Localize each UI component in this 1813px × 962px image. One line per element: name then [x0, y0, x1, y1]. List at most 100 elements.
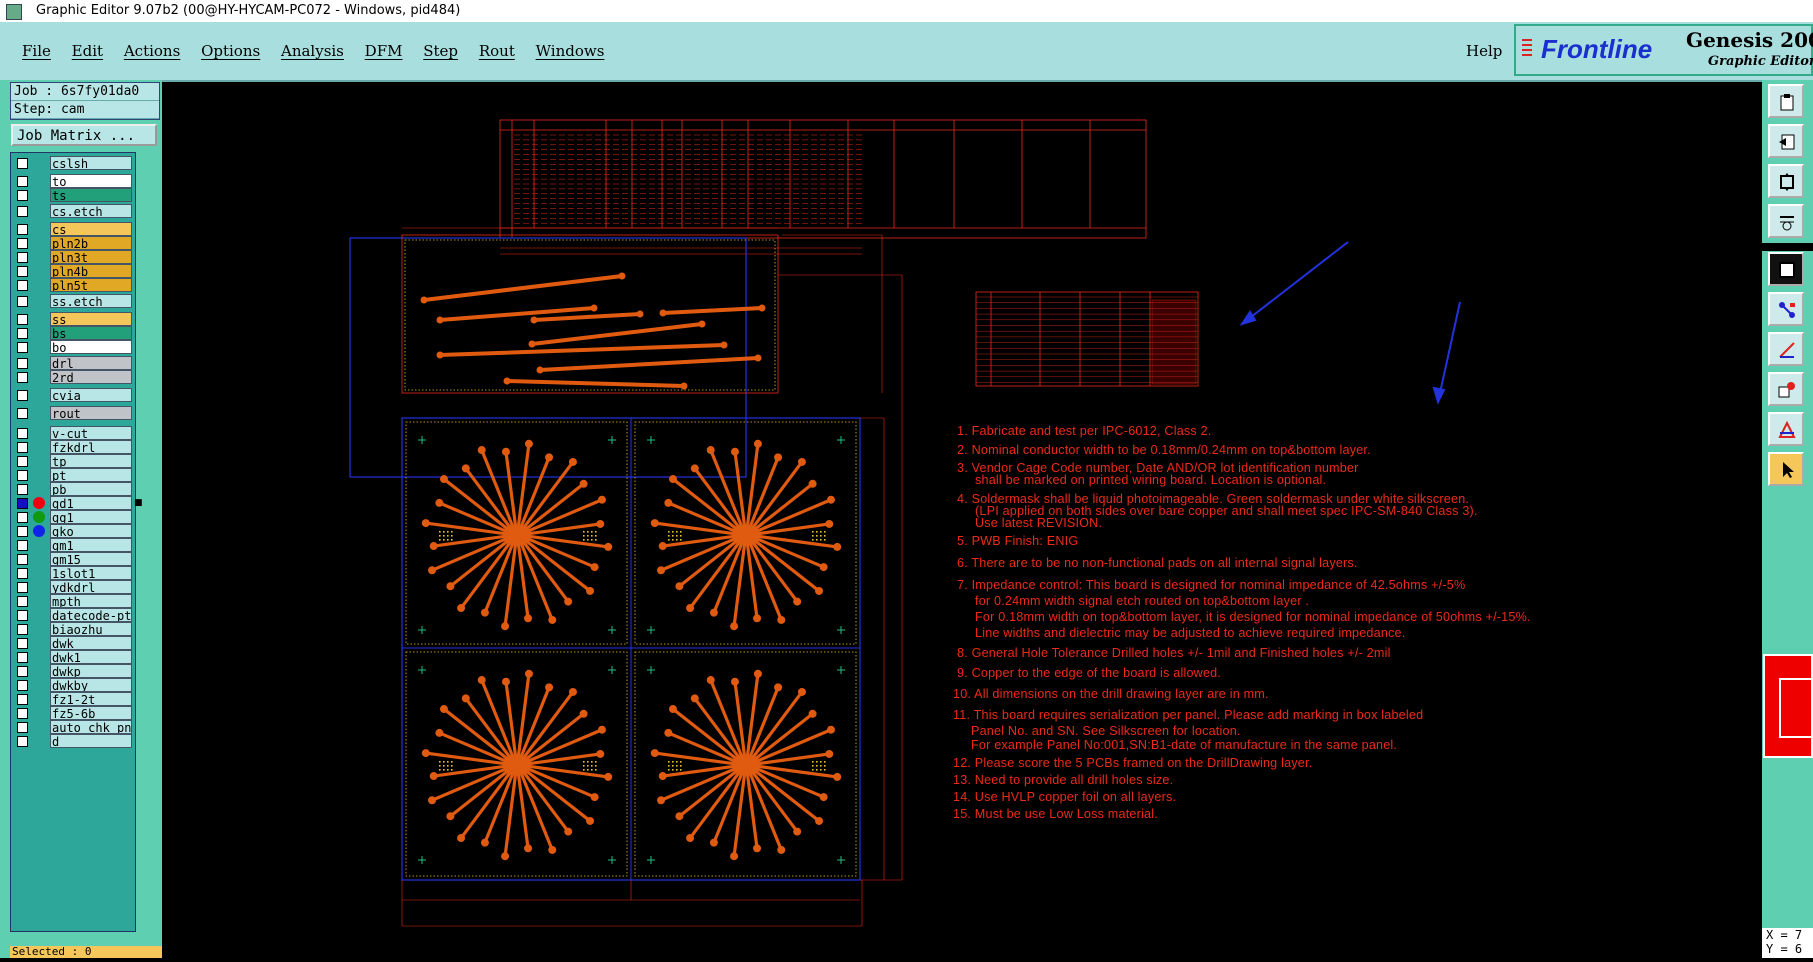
layer-name[interactable]: biaozhu — [50, 622, 132, 636]
layer-name[interactable]: gm1 — [50, 538, 132, 552]
layer-name[interactable]: ss.etch — [50, 294, 132, 308]
job-matrix-button[interactable]: Job Matrix ... — [11, 124, 157, 146]
layer-name[interactable]: drl — [50, 356, 132, 370]
layer-checkbox[interactable] — [17, 736, 28, 747]
menu-rout[interactable]: Rout — [479, 42, 515, 60]
menu-step[interactable]: Step — [423, 42, 458, 60]
layer-checkbox[interactable] — [17, 224, 28, 235]
menu-options[interactable]: Options — [201, 42, 260, 60]
layer-checkbox[interactable] — [17, 582, 28, 593]
layer-checkbox[interactable] — [17, 652, 28, 663]
layer-checkbox[interactable] — [17, 428, 28, 439]
layer-name[interactable]: fz5-6b — [50, 706, 132, 720]
zoom-tool-button[interactable] — [1768, 204, 1804, 238]
layer-row-pln5t[interactable]: pln5t — [13, 277, 133, 293]
layer-checkbox[interactable] — [17, 526, 28, 537]
layer-checkbox[interactable] — [17, 624, 28, 635]
layer-row-ts[interactable]: ts — [13, 187, 133, 203]
layer-checkbox[interactable] — [17, 206, 28, 217]
layer-row-cslsh[interactable]: cslsh — [13, 155, 133, 171]
pcb-drawing[interactable] — [162, 80, 1762, 958]
layer-name[interactable]: d — [50, 734, 132, 748]
layer-name[interactable]: cvia — [50, 388, 132, 402]
layer-name[interactable]: dwk1 — [50, 650, 132, 664]
layer-name[interactable]: ts — [50, 188, 132, 202]
line-tool-button[interactable] — [1768, 332, 1804, 366]
layer-row-2rd[interactable]: 2rd — [13, 369, 133, 385]
layer-checkbox[interactable] — [17, 596, 28, 607]
layer-name[interactable]: gg1 — [50, 510, 132, 524]
layer-name[interactable]: mpth — [50, 594, 132, 608]
layer-name[interactable]: rout — [50, 406, 132, 420]
layer-row-bo[interactable]: bo — [13, 339, 133, 355]
layer-checkbox[interactable] — [17, 342, 28, 353]
layer-name[interactable]: ydkdrl — [50, 580, 132, 594]
layer-checkbox[interactable] — [17, 540, 28, 551]
layer-name[interactable]: v-cut — [50, 426, 132, 440]
layer-name[interactable]: tp — [50, 454, 132, 468]
layer-name[interactable]: fzkdrl — [50, 440, 132, 454]
layer-checkbox[interactable] — [17, 610, 28, 621]
layer-checkbox[interactable] — [17, 280, 28, 291]
layer-name[interactable]: bo — [50, 340, 132, 354]
menu-analysis[interactable]: Analysis — [281, 42, 344, 60]
layer-checkbox[interactable] — [17, 722, 28, 733]
menu-file[interactable]: File — [22, 42, 51, 60]
import-tool-button[interactable] — [1768, 124, 1804, 158]
net-tool-button[interactable] — [1768, 292, 1804, 326]
layer-checkbox[interactable] — [17, 666, 28, 677]
layer-checkbox[interactable] — [17, 158, 28, 169]
layer-checkbox[interactable] — [17, 408, 28, 419]
layer-name[interactable]: 2rd — [50, 370, 132, 384]
overview-map[interactable] — [1763, 654, 1813, 758]
layer-row-cvia[interactable]: cvia — [13, 387, 133, 403]
pointer-tool-button[interactable] — [1768, 452, 1804, 486]
layer-name[interactable]: pb — [50, 482, 132, 496]
layer-checkbox[interactable] — [17, 470, 28, 481]
layer-name[interactable]: gko — [50, 524, 132, 538]
layer-checkbox[interactable] — [17, 708, 28, 719]
layer-checkbox[interactable] — [17, 266, 28, 277]
layer-checkbox[interactable] — [17, 296, 28, 307]
layer-checkbox[interactable] — [17, 484, 28, 495]
layer-checkbox[interactable] — [17, 372, 28, 383]
layer-name[interactable]: gm15 — [50, 552, 132, 566]
layer-name[interactable]: cs.etch — [50, 204, 132, 218]
pad-tool-button[interactable] — [1768, 372, 1804, 406]
layer-checkbox[interactable] — [17, 328, 28, 339]
layer-name[interactable]: pln4b — [50, 264, 132, 278]
menu-edit[interactable]: Edit — [72, 42, 103, 60]
layer-name[interactable]: pln5t — [50, 278, 132, 292]
layer-row-rout[interactable]: rout — [13, 405, 133, 421]
layer-checkbox[interactable] — [17, 390, 28, 401]
select-all-button[interactable] — [1768, 252, 1804, 286]
layer-name[interactable]: datecode-pte — [50, 608, 132, 622]
layer-checkbox[interactable] — [17, 498, 28, 509]
layer-checkbox[interactable] — [17, 238, 28, 249]
menu-actions[interactable]: Actions — [124, 42, 180, 60]
layer-checkbox[interactable] — [17, 314, 28, 325]
layer-name[interactable]: auto_chk_pn. — [50, 720, 132, 734]
layer-name[interactable]: cs — [50, 222, 132, 236]
layer-checkbox[interactable] — [17, 176, 28, 187]
graphic-canvas[interactable]: 1. Fabricate and test per IPC-6012, Clas… — [162, 80, 1762, 958]
layer-checkbox[interactable] — [17, 456, 28, 467]
layer-checkbox[interactable] — [17, 512, 28, 523]
fit-tool-button[interactable] — [1768, 164, 1804, 198]
layer-name[interactable]: dwkby — [50, 678, 132, 692]
layer-checkbox[interactable] — [17, 358, 28, 369]
open-tool-button[interactable] — [1768, 84, 1804, 118]
layer-checkbox[interactable] — [17, 442, 28, 453]
menu-dfm[interactable]: DFM — [365, 42, 403, 60]
layer-name[interactable]: cslsh — [50, 156, 132, 170]
layer-checkbox[interactable] — [17, 680, 28, 691]
layer-name[interactable]: pln2b — [50, 236, 132, 250]
layer-name[interactable]: fz1-2t — [50, 692, 132, 706]
layer-name[interactable]: pln3t — [50, 250, 132, 264]
layer-name[interactable]: to — [50, 174, 132, 188]
layer-name[interactable]: dwkp — [50, 664, 132, 678]
menu-help[interactable]: Help — [1466, 42, 1502, 60]
layer-checkbox[interactable] — [17, 190, 28, 201]
layer-name[interactable]: pt — [50, 468, 132, 482]
layer-name[interactable]: bs — [50, 326, 132, 340]
